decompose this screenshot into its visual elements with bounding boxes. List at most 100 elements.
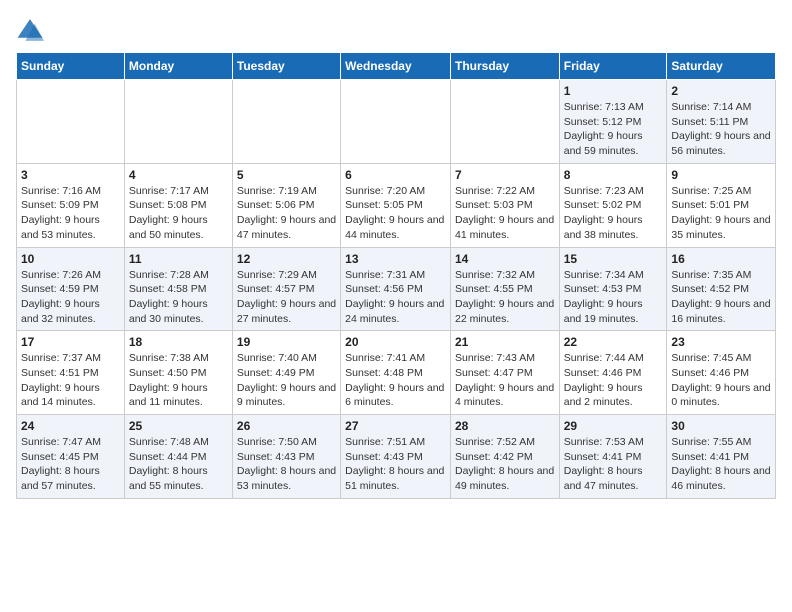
day-info: Sunrise: 7:25 AM Sunset: 5:01 PM Dayligh… [671, 184, 771, 243]
logo-icon [16, 16, 44, 44]
weekday-header: Monday [124, 53, 232, 80]
day-info: Sunrise: 7:48 AM Sunset: 4:44 PM Dayligh… [129, 435, 228, 494]
calendar-cell: 22 Sunrise: 7:44 AM Sunset: 4:46 PM Dayli… [559, 331, 667, 415]
weekday-header: Friday [559, 53, 667, 80]
calendar-cell: 6 Sunrise: 7:20 AM Sunset: 5:05 PM Daylig… [341, 163, 451, 247]
day-info: Sunrise: 7:22 AM Sunset: 5:03 PM Dayligh… [455, 184, 555, 243]
day-number: 16 [671, 252, 771, 266]
calendar-header-row: SundayMondayTuesdayWednesdayThursdayFrid… [17, 53, 776, 80]
day-number: 21 [455, 335, 555, 349]
calendar-cell: 17Sunrise: 7:37 AM Sunset: 4:51 PM Dayli… [17, 331, 125, 415]
calendar-cell: 11 Sunrise: 7:28 AM Sunset: 4:58 PM Dayli… [124, 247, 232, 331]
calendar-cell: 16 Sunrise: 7:35 AM Sunset: 4:52 PM Dayli… [667, 247, 776, 331]
day-info: Sunrise: 7:41 AM Sunset: 4:48 PM Dayligh… [345, 351, 446, 410]
day-info: Sunrise: 7:40 AM Sunset: 4:49 PM Dayligh… [237, 351, 336, 410]
calendar-cell: 30 Sunrise: 7:55 AM Sunset: 4:41 PM Dayli… [667, 415, 776, 499]
page-header [16, 16, 776, 44]
calendar-cell: 3 Sunrise: 7:16 AM Sunset: 5:09 PM Daylig… [17, 163, 125, 247]
calendar-cell: 20 Sunrise: 7:41 AM Sunset: 4:48 PM Dayli… [341, 331, 451, 415]
calendar-cell: 9 Sunrise: 7:25 AM Sunset: 5:01 PM Daylig… [667, 163, 776, 247]
day-info: Sunrise: 7:34 AM Sunset: 4:53 PM Dayligh… [564, 268, 663, 327]
day-info: Sunrise: 7:20 AM Sunset: 5:05 PM Dayligh… [345, 184, 446, 243]
day-number: 4 [129, 168, 228, 182]
day-info: Sunrise: 7:37 AM Sunset: 4:51 PM Dayligh… [21, 351, 120, 410]
day-info: Sunrise: 7:50 AM Sunset: 4:43 PM Dayligh… [237, 435, 336, 494]
day-info: Sunrise: 7:43 AM Sunset: 4:47 PM Dayligh… [455, 351, 555, 410]
day-info: Sunrise: 7:23 AM Sunset: 5:02 PM Dayligh… [564, 184, 663, 243]
day-info: Sunrise: 7:45 AM Sunset: 4:46 PM Dayligh… [671, 351, 771, 410]
day-info: Sunrise: 7:53 AM Sunset: 4:41 PM Dayligh… [564, 435, 663, 494]
day-number: 14 [455, 252, 555, 266]
day-number: 24 [21, 419, 120, 433]
day-number: 15 [564, 252, 663, 266]
day-info: Sunrise: 7:28 AM Sunset: 4:58 PM Dayligh… [129, 268, 228, 327]
day-number: 7 [455, 168, 555, 182]
calendar-cell [450, 80, 559, 164]
calendar-cell: 28 Sunrise: 7:52 AM Sunset: 4:42 PM Dayli… [450, 415, 559, 499]
day-info: Sunrise: 7:19 AM Sunset: 5:06 PM Dayligh… [237, 184, 336, 243]
weekday-header: Sunday [17, 53, 125, 80]
day-number: 20 [345, 335, 446, 349]
calendar-week-row: 1 Sunrise: 7:13 AM Sunset: 5:12 PM Daylig… [17, 80, 776, 164]
day-info: Sunrise: 7:29 AM Sunset: 4:57 PM Dayligh… [237, 268, 336, 327]
calendar-week-row: 3 Sunrise: 7:16 AM Sunset: 5:09 PM Daylig… [17, 163, 776, 247]
day-number: 25 [129, 419, 228, 433]
weekday-header: Tuesday [232, 53, 340, 80]
calendar-cell: 5 Sunrise: 7:19 AM Sunset: 5:06 PM Daylig… [232, 163, 340, 247]
day-number: 3 [21, 168, 120, 182]
day-number: 22 [564, 335, 663, 349]
day-number: 27 [345, 419, 446, 433]
day-info: Sunrise: 7:47 AM Sunset: 4:45 PM Dayligh… [21, 435, 120, 494]
calendar-cell [341, 80, 451, 164]
calendar-cell: 13 Sunrise: 7:31 AM Sunset: 4:56 PM Dayli… [341, 247, 451, 331]
day-number: 28 [455, 419, 555, 433]
day-info: Sunrise: 7:16 AM Sunset: 5:09 PM Dayligh… [21, 184, 120, 243]
calendar-cell: 24 Sunrise: 7:47 AM Sunset: 4:45 PM Dayli… [17, 415, 125, 499]
weekday-header: Thursday [450, 53, 559, 80]
calendar-cell: 19 Sunrise: 7:40 AM Sunset: 4:49 PM Dayli… [232, 331, 340, 415]
day-info: Sunrise: 7:35 AM Sunset: 4:52 PM Dayligh… [671, 268, 771, 327]
calendar-cell: 2 Sunrise: 7:14 AM Sunset: 5:11 PM Daylig… [667, 80, 776, 164]
calendar-cell: 26 Sunrise: 7:50 AM Sunset: 4:43 PM Dayli… [232, 415, 340, 499]
day-number: 18 [129, 335, 228, 349]
day-number: 23 [671, 335, 771, 349]
calendar-cell: 18 Sunrise: 7:38 AM Sunset: 4:50 PM Dayli… [124, 331, 232, 415]
day-info: Sunrise: 7:38 AM Sunset: 4:50 PM Dayligh… [129, 351, 228, 410]
day-info: Sunrise: 7:55 AM Sunset: 4:41 PM Dayligh… [671, 435, 771, 494]
day-number: 13 [345, 252, 446, 266]
day-number: 10 [21, 252, 120, 266]
day-number: 30 [671, 419, 771, 433]
calendar-cell [124, 80, 232, 164]
day-info: Sunrise: 7:31 AM Sunset: 4:56 PM Dayligh… [345, 268, 446, 327]
day-info: Sunrise: 7:44 AM Sunset: 4:46 PM Dayligh… [564, 351, 663, 410]
calendar-cell: 1 Sunrise: 7:13 AM Sunset: 5:12 PM Daylig… [559, 80, 667, 164]
logo [16, 16, 48, 44]
day-number: 6 [345, 168, 446, 182]
calendar-week-row: 24 Sunrise: 7:47 AM Sunset: 4:45 PM Dayli… [17, 415, 776, 499]
calendar-cell: 27 Sunrise: 7:51 AM Sunset: 4:43 PM Dayli… [341, 415, 451, 499]
day-number: 1 [564, 84, 663, 98]
calendar-cell: 8Sunrise: 7:23 AM Sunset: 5:02 PM Daylig… [559, 163, 667, 247]
calendar-table: SundayMondayTuesdayWednesdayThursdayFrid… [16, 52, 776, 499]
day-number: 19 [237, 335, 336, 349]
day-info: Sunrise: 7:32 AM Sunset: 4:55 PM Dayligh… [455, 268, 555, 327]
day-number: 26 [237, 419, 336, 433]
calendar-cell: 21 Sunrise: 7:43 AM Sunset: 4:47 PM Dayli… [450, 331, 559, 415]
day-info: Sunrise: 7:52 AM Sunset: 4:42 PM Dayligh… [455, 435, 555, 494]
calendar-cell: 23 Sunrise: 7:45 AM Sunset: 4:46 PM Dayli… [667, 331, 776, 415]
day-number: 29 [564, 419, 663, 433]
day-info: Sunrise: 7:51 AM Sunset: 4:43 PM Dayligh… [345, 435, 446, 494]
day-number: 11 [129, 252, 228, 266]
day-info: Sunrise: 7:14 AM Sunset: 5:11 PM Dayligh… [671, 100, 771, 159]
day-number: 2 [671, 84, 771, 98]
calendar-cell: 14 Sunrise: 7:32 AM Sunset: 4:55 PM Dayli… [450, 247, 559, 331]
day-info: Sunrise: 7:17 AM Sunset: 5:08 PM Dayligh… [129, 184, 228, 243]
day-number: 5 [237, 168, 336, 182]
day-info: Sunrise: 7:13 AM Sunset: 5:12 PM Dayligh… [564, 100, 663, 159]
calendar-cell: 15 Sunrise: 7:34 AM Sunset: 4:53 PM Dayli… [559, 247, 667, 331]
weekday-header: Wednesday [341, 53, 451, 80]
calendar-cell: 12 Sunrise: 7:29 AM Sunset: 4:57 PM Dayli… [232, 247, 340, 331]
day-number: 9 [671, 168, 771, 182]
day-number: 12 [237, 252, 336, 266]
calendar-cell [17, 80, 125, 164]
